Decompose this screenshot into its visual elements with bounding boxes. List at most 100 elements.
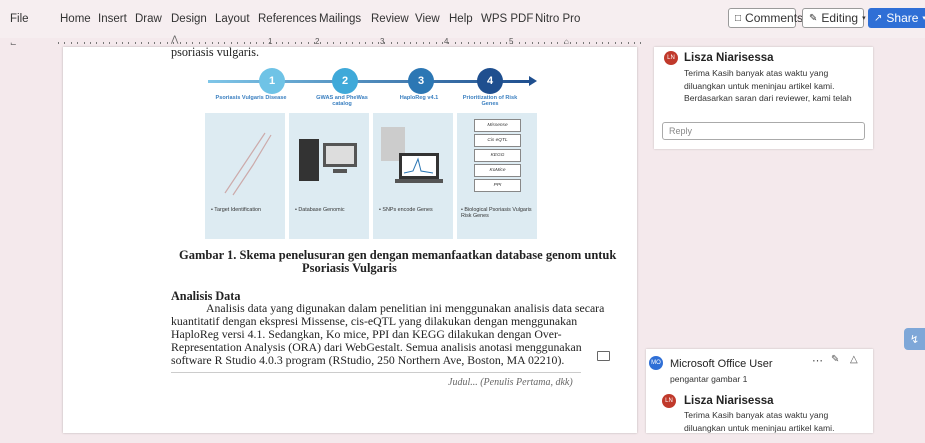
step-4: 4 (477, 68, 503, 94)
ruler-tick (166, 42, 168, 44)
menu-design[interactable]: Design (171, 13, 207, 25)
menu-wps-pdf[interactable]: WPS PDF (481, 13, 533, 25)
editing-button[interactable]: ✎ Editing ▾ (802, 8, 866, 28)
bullet-label: • Biological Psoriasis Vulgaris Risk Gen… (461, 207, 532, 219)
menu-references[interactable]: References (258, 13, 317, 25)
document-page[interactable]: psoriasis vulgaris. 1 2 3 4 Psoriasis Vu… (63, 47, 637, 433)
step-2: 2 (332, 68, 358, 94)
page-footer: Judul... (Penulis Pertama, dkk) (448, 377, 573, 388)
comment-card-1[interactable]: LN Lisza Niarisessa Terima Kasih banyak … (654, 47, 873, 149)
menu-layout[interactable]: Layout (215, 13, 250, 25)
more-options-icon[interactable]: ⋯ (812, 354, 823, 367)
ruler-tick (64, 42, 66, 44)
share-button[interactable]: ↗ Share ▾ (868, 8, 925, 28)
ruler-tick (256, 42, 258, 44)
ruler-tick (192, 42, 194, 44)
ruler-tick (70, 42, 72, 44)
comment-marker-icon[interactable] (597, 351, 610, 361)
ruler-tick (397, 42, 399, 44)
indent-marker[interactable]: ⋀ (171, 34, 178, 45)
menu-nitro-pro[interactable]: Nitro Pro (535, 13, 580, 25)
ruler-tick (525, 42, 527, 44)
menu-draw[interactable]: Draw (135, 13, 162, 25)
panel-genes: Missense Cis eQTL KEGG KoMice PPI (457, 113, 537, 239)
step-1: 1 (259, 68, 285, 94)
reply-input[interactable]: Reply (662, 122, 865, 140)
ruler-tick (358, 42, 360, 44)
comment-card-2[interactable]: MO Microsoft Office User ⋯ ✎ △ pengantar… (646, 349, 873, 433)
ruler-tick (77, 42, 79, 44)
ruler-tick (467, 42, 469, 44)
panel-snps (373, 113, 453, 239)
step-3: 3 (408, 68, 434, 94)
laptop-illustration (381, 127, 443, 183)
panel-database (289, 113, 369, 239)
ruler-tick (621, 42, 623, 44)
step-label: Prioritization of Risk Genes (462, 95, 518, 107)
menu-file[interactable]: File (10, 13, 29, 25)
ruler-tick (416, 42, 418, 44)
ruler-corner-marker[interactable]: ⌙ (10, 39, 17, 48)
menu-help[interactable]: Help (449, 13, 473, 25)
menu-home[interactable]: Home (60, 13, 91, 25)
side-widget-icon[interactable]: ↯ (904, 328, 925, 350)
right-indent-marker[interactable]: ⌂ (564, 37, 569, 46)
ruler-tick (371, 42, 373, 44)
edit-icon[interactable]: ✎ (831, 354, 839, 365)
ruler-tick (474, 42, 475, 44)
ruler-tick (614, 42, 616, 44)
ruler-tick (576, 42, 578, 44)
ruler-tick (141, 42, 143, 44)
ruler-tick (563, 42, 565, 44)
arm-illustration (224, 132, 272, 196)
paragraph-line: software R Studio 4.0.3 program (RStudio… (171, 353, 565, 367)
comments-button[interactable]: □ Comments (728, 8, 803, 28)
ruler-tick (531, 42, 533, 44)
ruler-tick (557, 42, 559, 44)
ruler-tick (352, 42, 354, 44)
menu-mailings[interactable]: Mailings (319, 13, 361, 25)
ruler-tick (429, 42, 431, 44)
step-label: Psoriasis Vulgaris Disease (215, 95, 287, 101)
menu-view[interactable]: View (415, 13, 440, 25)
ruler-tick (301, 42, 303, 44)
ruler-tick (550, 42, 552, 44)
ruler-tick (627, 42, 629, 44)
ruler-tick (160, 42, 162, 44)
comment-author: Microsoft Office User (670, 358, 773, 370)
ruler-tick (134, 42, 136, 44)
ruler-tick (480, 42, 482, 44)
ruler-tick (275, 42, 277, 44)
comment-text: Terima Kasih banyak atas waktu yang dilu… (684, 68, 852, 104)
like-icon[interactable]: △ (850, 354, 858, 365)
ruler-tick (378, 42, 379, 44)
menu-insert[interactable]: Insert (98, 13, 127, 25)
ruler-tick (493, 42, 495, 44)
gene-box: Cis eQTL (474, 134, 521, 147)
ruler-tick (326, 42, 328, 44)
avatar: MO (649, 356, 663, 370)
ruler-tick (320, 42, 322, 44)
ruler-tick (115, 42, 117, 44)
ribbon: File Home Insert Draw Design Layout Refe… (0, 0, 925, 38)
ruler-tick (499, 42, 501, 44)
ruler-tick (294, 42, 296, 44)
ruler-tick (544, 42, 546, 44)
ruler-tick (262, 42, 264, 44)
ruler-tick (90, 42, 91, 44)
bullet-label: • Database Genomic (295, 207, 345, 213)
comment-text: pengantar gambar 1 (670, 374, 748, 384)
avatar: LN (662, 394, 676, 408)
footer-divider (171, 372, 581, 373)
ruler-tick (512, 42, 514, 44)
computer-illustration (299, 139, 357, 181)
ruler-tick (128, 42, 130, 44)
menu-review[interactable]: Review (371, 13, 409, 25)
reply-text: Terima Kasih banyak atas waktu yang dilu… (684, 410, 835, 433)
ruler-tick (250, 42, 251, 44)
figure-schema: 1 2 3 4 Psoriasis Vulgaris Disease GWAS … (63, 47, 637, 247)
figure-caption-line1: Gambar 1. Skema penelusuran gen dengan m… (179, 248, 617, 262)
ruler-tick (589, 42, 591, 44)
ruler-tick (147, 42, 149, 44)
ruler-tick (410, 42, 411, 44)
